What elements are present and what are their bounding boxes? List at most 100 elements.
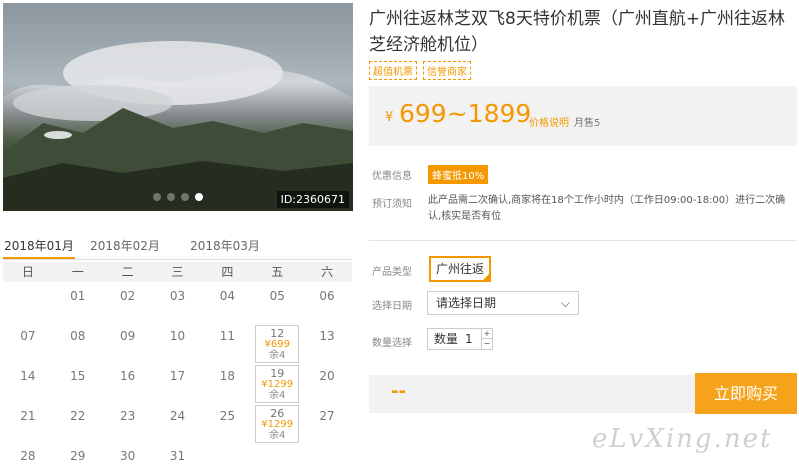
day-number: 06 — [319, 289, 335, 303]
calendar-day: 22 — [53, 404, 103, 444]
increment-icon[interactable]: + — [481, 329, 492, 339]
day-number: 10 — [169, 329, 186, 343]
product-type-option[interactable]: 广州往返 — [429, 256, 491, 282]
calendar-day: 15 — [53, 364, 103, 404]
tab-month-3[interactable]: 2018年03月 — [175, 236, 275, 259]
calendar-day-available[interactable]: 26 ¥1299 余4 — [255, 405, 300, 443]
day-number: 14 — [20, 369, 36, 383]
calendar-day: 17 — [153, 364, 203, 404]
notice-label: 预订须知 — [372, 199, 412, 210]
qty-label: 数量选择 — [372, 338, 412, 349]
day-number: 11 — [219, 329, 235, 343]
day-number: 21 — [20, 409, 36, 423]
calendar-day: 20 — [302, 364, 352, 404]
landscape-image — [3, 3, 353, 211]
calendar-day: 28 — [3, 444, 53, 476]
day-stock: 余4 — [269, 430, 286, 441]
carousel-dot-active[interactable] — [195, 193, 203, 201]
calendar-day — [3, 284, 53, 324]
quantity-value[interactable]: 1 — [465, 329, 473, 349]
calendar-day-available[interactable]: 12 ¥699 余4 — [255, 325, 300, 363]
calendar-day: 30 — [103, 444, 153, 476]
promo-badge: 蜂蜜抵10% — [428, 165, 489, 184]
photo-id-label: ID:2360671 — [276, 191, 349, 208]
calendar-day: 13 — [302, 324, 352, 364]
calendar-day: 10 — [153, 324, 203, 364]
date-select-value: 请选择日期 — [436, 296, 497, 310]
day-number: 20 — [319, 369, 335, 383]
day-number: 30 — [119, 449, 136, 463]
calendar-day: 02 — [103, 284, 153, 324]
calendar-day: 11 — [202, 324, 252, 364]
calendar-day: 07 — [3, 324, 53, 364]
tab-month-1[interactable]: 2018年01月 — [3, 236, 75, 259]
calendar-day: 31 — [153, 444, 203, 476]
calendar-day — [202, 444, 252, 476]
day-number: 08 — [70, 329, 86, 343]
tab-month-2[interactable]: 2018年02月 — [75, 236, 175, 259]
calendar-day: 27 — [302, 404, 352, 444]
day-number: 09 — [119, 329, 136, 343]
calendar-day: 03 — [153, 284, 203, 324]
carousel-dot[interactable] — [181, 193, 189, 201]
calendar-month-tabs: 2018年01月 2018年02月 2018年03月 — [3, 236, 352, 260]
day-number: 13 — [319, 329, 335, 343]
date-select[interactable]: 请选择日期 ⌵ — [427, 291, 579, 315]
price-panel: ¥ 699~1899 价格说明 月售5 — [369, 86, 797, 146]
calendar-day: 14 — [3, 364, 53, 404]
tag-badge: 超值机票 — [369, 61, 417, 80]
calendar-day — [302, 444, 352, 476]
day-number: 19 — [270, 367, 285, 380]
calendar-day: 25 — [202, 404, 252, 444]
weekday-label: 五 — [271, 265, 284, 279]
carousel-dot[interactable] — [167, 193, 175, 201]
calendar-day: 29 — [53, 444, 103, 476]
divider — [369, 240, 797, 241]
calendar-day: 06 — [302, 284, 352, 324]
day-number: 01 — [70, 289, 86, 303]
carousel-dot[interactable] — [153, 193, 161, 201]
product-tags: 超值机票 信誉商家 — [369, 61, 471, 80]
monthly-sales: 月售5 — [574, 118, 601, 129]
price-range: 699~1899 — [399, 99, 532, 128]
carousel-dots — [153, 193, 203, 201]
calendar-day: 05 — [252, 284, 302, 324]
day-number: 15 — [70, 369, 86, 383]
calendar-day: 01 — [53, 284, 103, 324]
decrement-icon[interactable]: − — [481, 339, 492, 349]
day-price: ¥1299 — [261, 419, 294, 430]
notice-text: 此产品需二次确认,商家将在18个工作小时内（工作日09:00-18:00）进行二… — [428, 195, 786, 222]
calendar-day: 04 — [202, 284, 252, 324]
day-number: 03 — [169, 289, 186, 303]
chevron-down-icon: ⌵ — [560, 296, 570, 310]
product-photo[interactable]: ID:2360671 — [3, 3, 353, 211]
type-label: 产品类型 — [372, 267, 412, 278]
buy-now-button[interactable]: 立即购买 — [695, 373, 797, 414]
weekday-label: 四 — [221, 265, 234, 279]
day-number: 17 — [169, 369, 186, 383]
watermark: eLvXing.net — [592, 424, 773, 454]
calendar-day: 24 — [153, 404, 203, 444]
day-price: ¥699 — [264, 339, 290, 350]
day-number: 31 — [169, 449, 186, 463]
day-stock: 余4 — [269, 350, 286, 361]
promo-label: 优惠信息 — [372, 171, 412, 182]
weekday-label: 六 — [321, 265, 334, 279]
day-number: 25 — [219, 409, 235, 423]
calendar-day: 18 — [202, 364, 252, 404]
quantity-stepper[interactable]: 数量 1 + − — [427, 328, 493, 350]
weekday-label: 二 — [121, 265, 134, 279]
calendar-day-available[interactable]: 19 ¥1299 余4 — [255, 365, 300, 403]
day-number: 16 — [119, 369, 136, 383]
price-note-link[interactable]: 价格说明 — [529, 114, 569, 129]
day-number: 12 — [270, 327, 285, 340]
calendar-day: 09 — [103, 324, 153, 364]
day-stock: 余4 — [269, 390, 286, 401]
weekday-label: 一 — [71, 265, 84, 279]
calendar-day: 16 — [103, 364, 153, 404]
currency-symbol: ¥ — [385, 110, 394, 125]
calendar-day: 08 — [53, 324, 103, 364]
total-price: -- — [391, 381, 406, 402]
day-price: ¥1299 — [261, 379, 294, 390]
day-number: 02 — [119, 289, 136, 303]
